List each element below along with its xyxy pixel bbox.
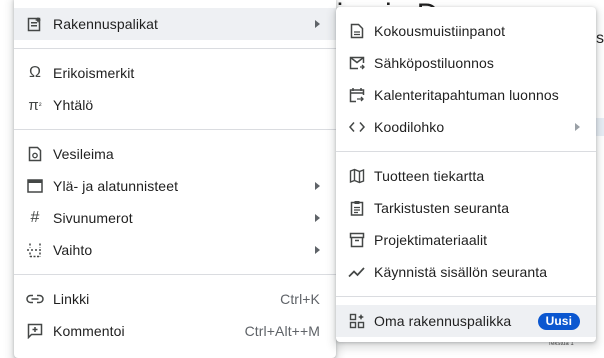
menu-item-project-assets[interactable]: Projektimateriaalit (336, 224, 596, 256)
document-text-fragment: s (596, 30, 604, 47)
menu-item-calendar-event[interactable]: Kalenteritapahtuman luonnos (336, 79, 596, 111)
menu-item-label: Linkki (53, 291, 90, 307)
menu-item-label: Ylä- ja alatunnisteet (53, 178, 179, 194)
custom-block-icon (348, 312, 366, 330)
insert-menu: Rakennuspalikat Ω Erikoismerkit π² Yhtäl… (14, 0, 336, 358)
menu-item-code-block[interactable]: Koodilohko (336, 111, 596, 143)
menu-item-link[interactable]: Linkki Ctrl+K (14, 283, 336, 315)
menu-item-watermark[interactable]: Vesileima (14, 138, 336, 170)
pi-squared-icon: π² (28, 96, 42, 114)
archive-icon (348, 231, 366, 249)
menu-divider (336, 151, 596, 152)
document-toolbar-fragment (596, 118, 604, 136)
menu-item-label: Rakennuspalikat (53, 16, 159, 32)
menu-item-label: Koodilohko (374, 119, 445, 135)
menu-item-label: Projektimateriaalit (374, 232, 488, 248)
menu-item-label: Tarkistusten seuranta (374, 200, 510, 216)
keyboard-shortcut: Ctrl+Alt++M (244, 323, 320, 339)
omega-icon: Ω (28, 64, 42, 81)
menu-item-label: Vesileima (53, 146, 114, 162)
menu-item-page-numbers[interactable]: # Sivunumerot (14, 202, 336, 234)
menu-item-special-characters[interactable]: Ω Erikoismerkit (14, 57, 336, 89)
menu-item-custom-building-block[interactable]: Oma rakennuspalikka Uusi (336, 305, 596, 337)
map-icon (348, 167, 366, 185)
menu-item-label: Kokousmuistiinpanot (374, 23, 506, 39)
submenu-arrow-icon (315, 182, 320, 190)
hash-icon: # (30, 209, 40, 226)
menu-item-label: Kommentoi (53, 323, 125, 339)
menu-item-label: Tuotteen tiekartta (374, 168, 485, 184)
add-comment-icon (26, 322, 44, 340)
email-draft-icon (348, 54, 366, 72)
submenu-arrow-icon (315, 214, 320, 222)
menu-item-review-tracker[interactable]: Tarkistusten seuranta (336, 192, 596, 224)
menu-divider (14, 48, 336, 49)
menu-item-equation[interactable]: π² Yhtälö (14, 89, 336, 121)
trend-icon (348, 263, 366, 281)
menu-item-headers-footers[interactable]: Ylä- ja alatunnisteet (14, 170, 336, 202)
menu-item-label: Sivunumerot (53, 210, 133, 226)
menu-item-content-tracker[interactable]: Käynnistä sisällön seuranta (336, 256, 596, 288)
menu-item-label: Käynnistä sisällön seuranta (374, 264, 548, 280)
menu-divider (336, 296, 596, 297)
new-badge: Uusi (537, 312, 580, 330)
menu-item-label: Kalenteritapahtuman luonnos (374, 87, 559, 103)
submenu-arrow-icon (315, 246, 320, 254)
menu-divider (14, 129, 336, 130)
menu-item-label: Vaihto (53, 242, 93, 258)
menu-item-label: Yhtälö (53, 97, 94, 113)
building-blocks-icon (26, 15, 44, 33)
menu-item-label: Erikoismerkit (53, 65, 135, 81)
building-blocks-submenu: Kokousmuistiinpanot Sähköpostiluonnos Ka… (336, 7, 596, 342)
submenu-arrow-icon (575, 123, 580, 131)
document-icon (348, 22, 366, 40)
link-icon (26, 290, 44, 308)
break-icon (26, 241, 44, 259)
menu-item-label: Oma rakennuspalikka (374, 313, 512, 329)
code-icon (348, 118, 366, 136)
menu-item-meeting-notes[interactable]: Kokousmuistiinpanot (336, 15, 596, 47)
menu-item-label: Sähköpostiluonnos (374, 55, 495, 71)
menu-item-building-blocks[interactable]: Rakennuspalikat (14, 8, 336, 40)
watermark-icon (26, 145, 44, 163)
menu-item-break[interactable]: Vaihto (14, 234, 336, 266)
header-footer-icon (26, 177, 44, 195)
menu-divider (14, 274, 336, 275)
submenu-arrow-icon (315, 20, 320, 28)
keyboard-shortcut: Ctrl+K (280, 291, 320, 307)
menu-item-product-roadmap[interactable]: Tuotteen tiekartta (336, 160, 596, 192)
checklist-icon (348, 199, 366, 217)
menu-item-email-draft[interactable]: Sähköpostiluonnos (336, 47, 596, 79)
menu-item-comment[interactable]: Kommentoi Ctrl+Alt++M (14, 315, 336, 347)
calendar-event-icon (348, 86, 366, 104)
